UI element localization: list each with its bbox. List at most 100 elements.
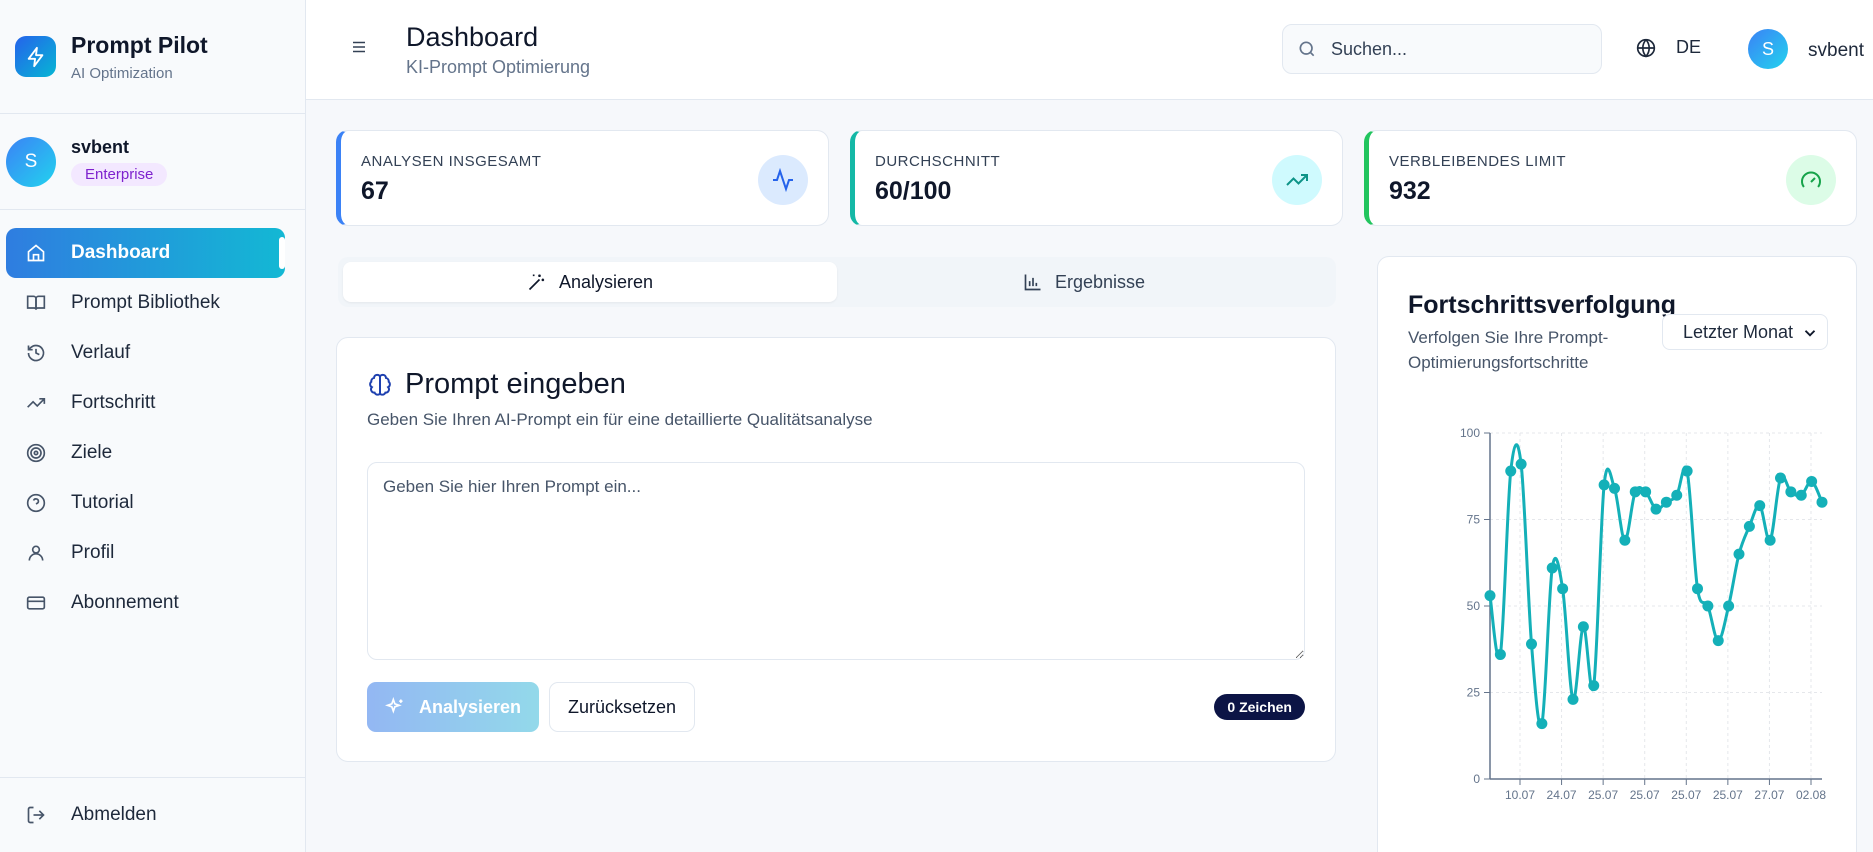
sidebar-item-abonnement[interactable]: Abonnement <box>6 578 285 628</box>
sidebar-nav: Dashboard Prompt Bibliothek Verlauf Fort… <box>6 228 285 628</box>
analyze-label: Analysieren <box>418 696 522 717</box>
brand: Prompt Pilot AI Optimization <box>0 0 305 114</box>
sidebar-item-label: Ziele <box>71 442 113 463</box>
search-box <box>1282 24 1602 74</box>
header-user-name[interactable]: svbent <box>1808 40 1864 62</box>
user-icon <box>26 543 46 563</box>
data-point <box>1619 534 1631 546</box>
data-point <box>1494 648 1506 660</box>
prompt-textarea[interactable] <box>367 462 1305 660</box>
tab-label: Ergebnisse <box>1054 271 1146 292</box>
user-profile: S svbent Enterprise <box>0 114 305 210</box>
logout-button[interactable]: Abmelden <box>0 777 306 852</box>
sparkles-icon <box>384 697 405 717</box>
menu-icon[interactable] <box>350 38 368 61</box>
data-point <box>1577 621 1589 633</box>
tab-bar: Analysieren Ergebnisse <box>338 257 1336 307</box>
data-point <box>1629 486 1641 498</box>
data-point <box>1785 486 1797 498</box>
data-point <box>1484 590 1496 602</box>
search-icon <box>1297 39 1317 59</box>
sidebar-item-label: Verlauf <box>71 342 131 363</box>
sidebar-item-tutorial[interactable]: Tutorial <box>6 478 285 528</box>
sidebar-item-label: Profil <box>71 542 115 563</box>
data-point <box>1546 562 1558 574</box>
user-name: svbent <box>71 137 130 157</box>
page-title: Dashboard <box>406 22 539 52</box>
data-point <box>1660 496 1672 508</box>
reset-button[interactable]: Zurücksetzen <box>549 682 695 732</box>
data-point <box>1723 600 1735 612</box>
sidebar-item-ziele[interactable]: Ziele <box>6 428 285 478</box>
prompt-title: Prompt eingeben <box>367 368 626 401</box>
data-point <box>1692 583 1703 595</box>
y-tick-label: 25 <box>1467 686 1481 700</box>
language-switcher[interactable]: DE <box>1636 37 1701 58</box>
data-point <box>1609 482 1620 494</box>
y-tick-label: 100 <box>1460 426 1480 440</box>
data-point <box>1712 635 1724 647</box>
activity-icon <box>758 155 808 205</box>
gauge-icon <box>1786 155 1836 205</box>
sidebar-item-label: Abonnement <box>71 592 179 613</box>
brain-icon <box>367 372 393 398</box>
prompt-title-text: Prompt eingeben <box>405 368 626 400</box>
stat-card-limit: VERBLEIBENDES LIMIT 932 <box>1364 130 1857 226</box>
language-label: DE <box>1676 37 1702 57</box>
sidebar-item-label: Fortschritt <box>71 392 156 413</box>
data-point <box>1681 465 1693 477</box>
sidebar-item-label: Tutorial <box>71 492 134 513</box>
data-point <box>1671 489 1683 501</box>
top-header: Dashboard KI-Prompt Optimierung DE S svb… <box>306 0 1873 100</box>
data-point <box>1733 548 1745 560</box>
page-subtitle: KI-Prompt Optimierung <box>406 57 591 77</box>
stat-value: 932 <box>1389 177 1431 205</box>
data-point <box>1557 583 1569 595</box>
sidebar-item-dashboard[interactable]: Dashboard <box>6 228 285 278</box>
stat-label: VERBLEIBENDES LIMIT <box>1389 153 1567 170</box>
search-input[interactable] <box>1331 38 1581 60</box>
analyze-button[interactable]: Analysieren <box>367 682 539 732</box>
data-point <box>1598 479 1610 491</box>
sidebar-item-label: Dashboard <box>71 242 171 263</box>
history-icon <box>26 343 46 363</box>
help-circle-icon <box>26 493 46 513</box>
lightning-icon <box>15 36 56 77</box>
prompt-card: Prompt eingeben Geben Sie Ihren AI-Promp… <box>336 337 1336 762</box>
header-avatar[interactable]: S <box>1748 29 1788 69</box>
y-tick-label: 0 <box>1473 772 1480 786</box>
tab-ergebnisse[interactable]: Ergebnisse <box>837 262 1331 302</box>
sidebar: Prompt Pilot AI Optimization S svbent En… <box>0 0 306 852</box>
data-point <box>1702 600 1714 612</box>
stat-card-analyses: ANALYSEN INSGESAMT 67 <box>336 130 829 226</box>
data-point <box>1515 458 1527 470</box>
sidebar-item-fortschritt[interactable]: Fortschritt <box>6 378 285 428</box>
x-tick-label: 10.07 <box>1505 788 1535 802</box>
data-point <box>1505 465 1517 477</box>
tab-analysieren[interactable]: Analysieren <box>343 262 837 302</box>
trending-up-icon <box>1272 155 1322 205</box>
data-point <box>1650 503 1662 515</box>
brand-title: Prompt Pilot <box>71 31 208 58</box>
x-tick-label: 27.07 <box>1754 788 1784 802</box>
x-tick-label: 25.07 <box>1630 788 1660 802</box>
avatar: S <box>6 136 56 187</box>
logout-label: Abmelden <box>71 804 157 825</box>
x-tick-label: 02.08 <box>1796 788 1826 802</box>
sidebar-item-verlauf[interactable]: Verlauf <box>6 328 285 378</box>
x-tick-label: 24.07 <box>1547 788 1577 802</box>
tab-label: Analysieren <box>558 271 654 292</box>
stat-card-average: DURCHSCHNITT 60/100 <box>850 130 1343 226</box>
stat-label: DURCHSCHNITT <box>875 153 1001 170</box>
sidebar-item-profil[interactable]: Profil <box>6 528 285 578</box>
x-tick-label: 25.07 <box>1588 788 1618 802</box>
progress-line-chart: 0 25 50 75 100 10.07 24.07 25.07 25.07 25.07 25.07… <box>1460 426 1828 802</box>
brand-subtitle: AI Optimization <box>71 64 173 82</box>
progress-card: Fortschrittsverfolgung Verfolgen Sie Ihr… <box>1377 256 1857 852</box>
char-count-badge: 0 Zeichen <box>1214 694 1305 720</box>
sidebar-item-label: Prompt Bibliothek <box>71 292 220 313</box>
x-tick-label: 25.07 <box>1671 788 1701 802</box>
book-icon <box>26 293 46 313</box>
sidebar-item-prompt-bibliothek[interactable]: Prompt Bibliothek <box>6 278 285 328</box>
data-point <box>1754 500 1766 512</box>
